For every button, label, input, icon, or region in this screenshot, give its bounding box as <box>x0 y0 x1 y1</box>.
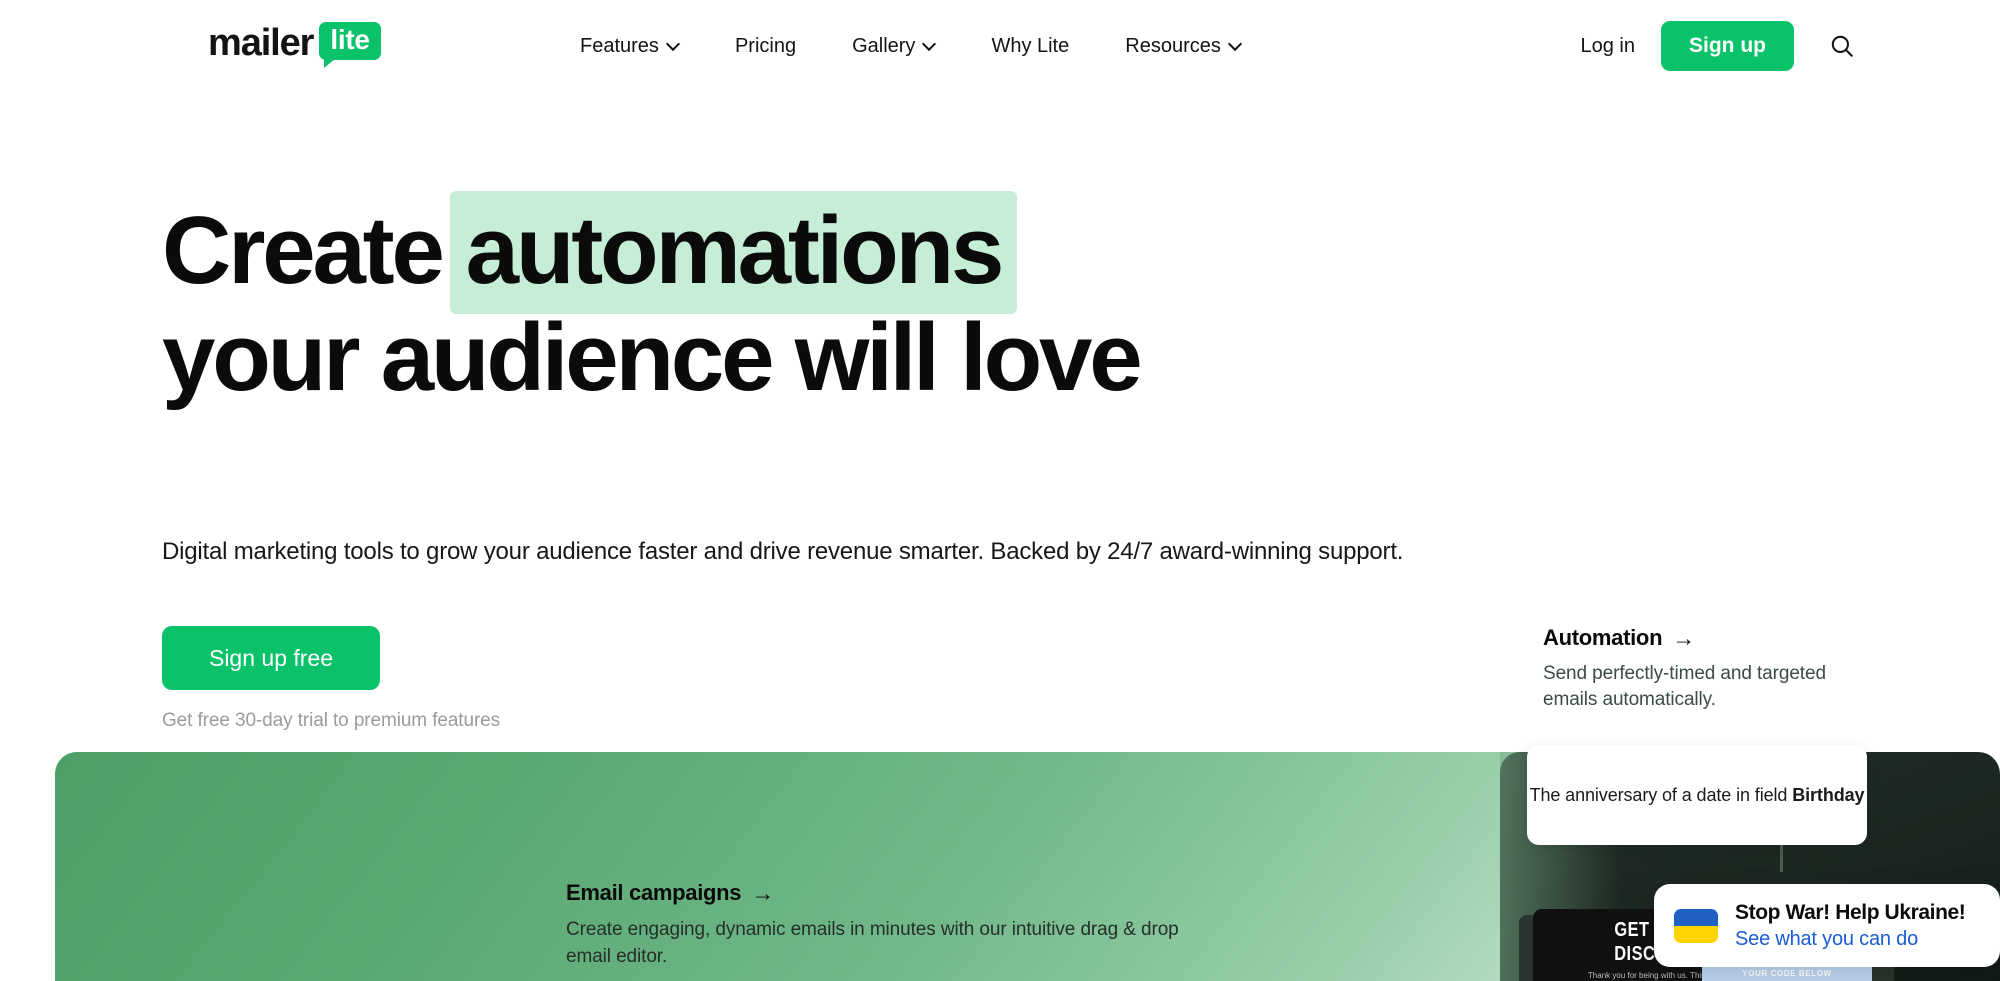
signup-free-button[interactable]: Sign up free <box>162 626 380 690</box>
ukraine-support-banner[interactable]: Stop War! Help Ukraine! See what you can… <box>1654 884 2000 967</box>
automation-card-title: Automation → <box>1543 625 1873 651</box>
headline-highlight: automations <box>449 191 1018 314</box>
hero-subheading: Digital marketing tools to grow your aud… <box>162 538 1404 565</box>
code-band: YOUR CODE BELOW <box>1702 965 1872 981</box>
arrow-right-icon: → <box>751 880 774 906</box>
nav-item-pricing[interactable]: Pricing <box>707 0 824 92</box>
ukraine-banner-link[interactable]: See what you can do <box>1735 928 1965 951</box>
nav-item-gallery[interactable]: Gallery <box>824 0 963 92</box>
nav-label-why-lite: Why Lite <box>991 34 1070 57</box>
automation-trigger-tooltip: The anniversary of a date in field Birth… <box>1527 745 1867 845</box>
automation-title-text: Automation <box>1543 625 1663 650</box>
headline-line-2: your audience will love <box>162 304 1143 411</box>
nav-label-gallery: Gallery <box>852 34 916 57</box>
nav-label-resources: Resources <box>1125 34 1221 57</box>
primary-navigation: Features Pricing Gallery Why Lite Resour… <box>552 0 1269 92</box>
trial-note: Get free 30-day trial to premium feature… <box>162 710 501 731</box>
code-band-label: YOUR CODE BELOW <box>1742 968 1832 978</box>
email-campaigns-description: Create engaging, dynamic emails in minut… <box>566 919 1179 967</box>
logo-badge-text: lite <box>330 24 370 55</box>
email-campaigns-title-text: Email campaigns <box>566 880 742 905</box>
logo-bubble-icon: lite <box>319 22 381 68</box>
site-header: mailer lite Features Pricing Gallery Why… <box>0 0 2000 92</box>
tooltip-text: The anniversary of a date in field Birth… <box>1530 783 1865 808</box>
code-band-right-edge <box>1872 965 1894 981</box>
chevron-down-icon <box>668 39 679 50</box>
tooltip-text-bold: Birthday <box>1792 784 1865 805</box>
page-root: mailer lite Features Pricing Gallery Why… <box>0 0 2000 981</box>
signup-button[interactable]: Sign up <box>1661 21 1794 71</box>
tooltip-text-prefix: The anniversary of a date in field <box>1529 784 1793 805</box>
nav-item-resources[interactable]: Resources <box>1097 0 1269 92</box>
ukraine-banner-title: Stop War! Help Ukraine! <box>1735 900 1966 924</box>
search-icon <box>1831 35 1853 57</box>
automation-feature-card[interactable]: Automation → Send perfectly-timed and ta… <box>1543 625 1873 713</box>
flag-stripe-yellow <box>1674 925 1718 943</box>
nav-label-features: Features <box>580 34 659 57</box>
search-button[interactable] <box>1816 20 1868 72</box>
email-campaigns-title: Email campaigns → <box>566 880 1246 906</box>
mailerlite-logo[interactable]: mailer lite <box>208 22 381 68</box>
login-link[interactable]: Log in <box>1555 35 1662 58</box>
header-actions: Log in Sign up <box>1555 0 1869 92</box>
logo-wordmark: mailer <box>208 22 314 64</box>
headline-line-1: Create automations <box>162 191 1462 314</box>
chevron-down-icon <box>924 39 935 50</box>
nav-label-pricing: Pricing <box>734 34 797 57</box>
nav-item-features[interactable]: Features <box>552 0 707 92</box>
ukraine-banner-text: Stop War! Help Ukraine! See what you can… <box>1735 900 1966 951</box>
chevron-down-icon <box>1230 39 1241 50</box>
automation-card-description: Send perfectly-timed and targeted emails… <box>1543 663 1826 710</box>
arrow-right-icon: → <box>1672 625 1695 651</box>
nav-item-why-lite[interactable]: Why Lite <box>963 0 1097 92</box>
headline-plain: Create <box>162 197 445 304</box>
flag-stripe-blue <box>1674 908 1718 926</box>
ukraine-flag-icon <box>1674 908 1718 943</box>
email-campaigns-feature-card[interactable]: Email campaigns → Create engaging, dynam… <box>566 880 1246 970</box>
page-title: Create automations your audience will lov… <box>162 191 1462 411</box>
